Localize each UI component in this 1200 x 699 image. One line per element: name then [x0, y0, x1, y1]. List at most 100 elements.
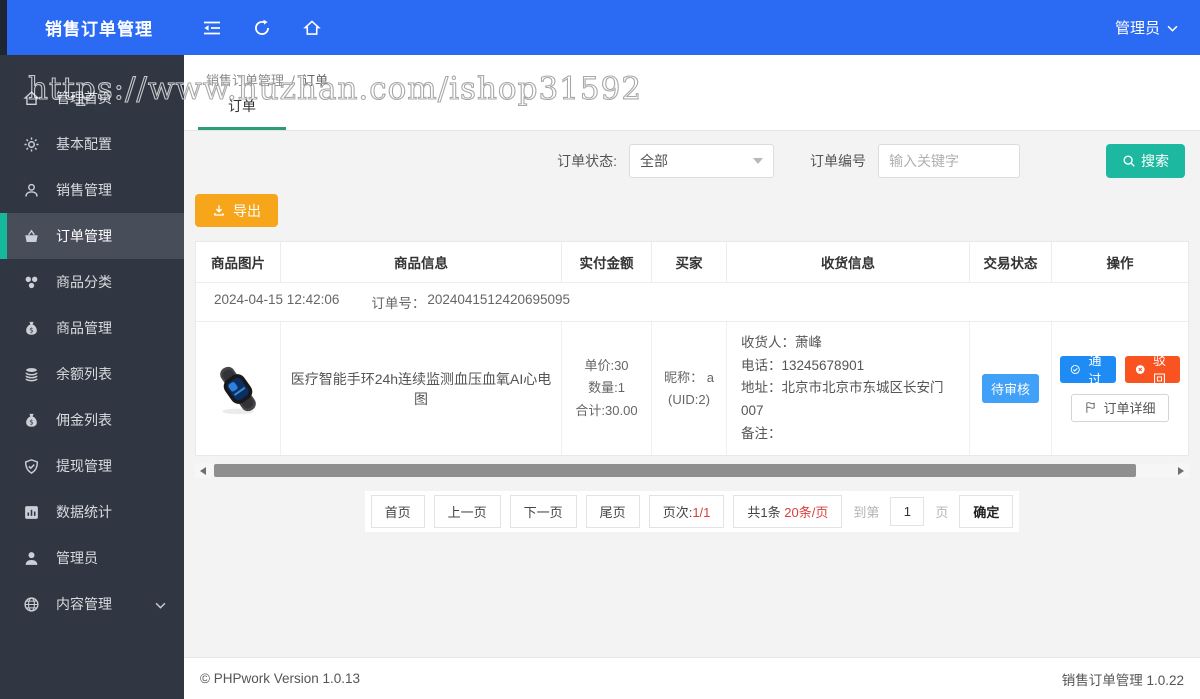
ship-phone: 电话：13245678901 [741, 357, 865, 373]
order-detail-label: 订单详细 [1103, 401, 1156, 417]
shipping-info-cell: 收货人：萧峰 电话：13245678901 地址：北京市北京市东城区长安门007… [727, 322, 970, 456]
product-title: 医疗智能手环24h连续监测血压血氧AI心电图 [281, 322, 562, 456]
reject-button[interactable]: 驳回 [1124, 353, 1180, 387]
pagination-first[interactable]: 首页 [370, 495, 425, 529]
scrollbar-thumb[interactable] [214, 464, 1136, 478]
content-area: 订单状态: 全部 订单编号 搜索 导出 [184, 131, 1200, 657]
right-triangle-icon [1178, 466, 1184, 475]
sidebar-item-label: 商品管理 [56, 320, 112, 336]
goto-confirm-button[interactable]: 确定 [959, 495, 1014, 529]
product-image[interactable] [210, 361, 266, 417]
pagination-page-info: 页次:1/1 [648, 495, 725, 529]
export-button-label: 导出 [233, 202, 261, 219]
sidebar-item-basic-config[interactable]: 基本配置 [0, 121, 184, 167]
home-icon [23, 90, 40, 107]
main-area: 销售订单管理 / 订单 订单 订单状态: 全部 订单编号 输入关键字 搜索 导出… [184, 55, 1200, 699]
col-header-shipping-info: 收货信息 [727, 242, 970, 282]
sidebar-item-product-category[interactable]: 商品分类 [0, 259, 184, 305]
page-info-label: 页次: [662, 505, 693, 521]
x-circle-icon [1135, 364, 1145, 374]
search-button[interactable]: 搜索 [1106, 144, 1185, 178]
sidebar-item-label: 管理首页 [56, 90, 112, 106]
sidebar-item-label: 佣金列表 [56, 412, 112, 428]
sidebar-item-label: 订单管理 [56, 228, 112, 244]
export-button[interactable]: 导出 [195, 194, 278, 227]
keyword-input[interactable] [878, 144, 1020, 178]
breadcrumb-current[interactable]: 订单 [302, 73, 328, 88]
svg-text:$: $ [29, 418, 33, 426]
tab-orders[interactable]: 订单 [198, 96, 286, 130]
col-header-actions: 操作 [1106, 256, 1134, 271]
sidebar-item-label: 管理员 [56, 550, 98, 566]
quantity: 数量:1 [588, 380, 625, 396]
sidebar-item-administrator[interactable]: 管理员 [0, 535, 184, 581]
pagination-prev[interactable]: 上一页 [433, 495, 501, 529]
goto-page-input[interactable] [890, 497, 925, 527]
person-icon [23, 550, 40, 567]
sidebar-item-label: 销售管理 [56, 182, 112, 198]
topbar-icons [184, 18, 322, 38]
ship-receiver: 收货人：萧峰 [741, 335, 822, 350]
filter-row: 订单状态: 全部 订单编号 搜索 [195, 144, 1189, 178]
order-detail-button[interactable]: 订单详细 [1071, 393, 1169, 422]
sidebar-item-order-mgmt[interactable]: 订单管理 [0, 213, 184, 259]
horizontal-scrollbar [195, 463, 1189, 479]
breadcrumb: 销售订单管理 / 订单 [184, 55, 1200, 91]
scrollbar-track[interactable] [211, 464, 1173, 478]
pagination-row: 首页 上一页 下一页 尾页 页次:1/1 共1条 20条/页 到第 1 页 确定 [195, 491, 1189, 533]
scroll-left-arrow[interactable] [195, 463, 211, 479]
sidebar-item-data-stats[interactable]: 数据统计 [0, 489, 184, 535]
col-header-product-info: 商品信息 [281, 242, 562, 282]
ship-address: 地址：北京市北京市东城区长安门007 [741, 380, 944, 419]
status-badge: 待审核 [981, 374, 1039, 404]
sidebar-item-balance-list[interactable]: 余额列表 [0, 351, 184, 397]
goto-label: 到第 [853, 505, 880, 521]
user-name: 管理员 [1114, 20, 1160, 37]
sidebar-item-commission-list[interactable]: $ 佣金列表 [0, 397, 184, 443]
col-header-buyer: 买家 [652, 242, 727, 282]
sidebar-item-label: 基本配置 [56, 136, 112, 152]
app-title: 销售订单管理 [45, 20, 153, 39]
buyer-nickname: 昵称： a [664, 369, 714, 385]
gear-icon [23, 136, 40, 153]
refresh-icon[interactable] [252, 18, 272, 38]
approve-button[interactable]: 通过 [1060, 353, 1116, 387]
sidebar-item-label: 提现管理 [56, 458, 112, 474]
svg-text:$: $ [29, 326, 33, 334]
unit-price: 单价:30 [584, 357, 629, 373]
breadcrumb-parent[interactable]: 销售订单管理 [206, 73, 284, 88]
check-circle-icon [1070, 364, 1080, 374]
download-icon [213, 204, 225, 216]
goto-suffix: 页 [935, 505, 949, 521]
shield-check-icon [23, 458, 40, 475]
order-status-select[interactable]: 全部 [629, 144, 774, 178]
footer-version: 销售订单管理 1.0.22 [1061, 672, 1184, 688]
home-icon[interactable] [302, 18, 322, 38]
chevron-down-icon [155, 596, 166, 612]
bar-chart-icon [23, 504, 40, 521]
sidebar-item-admin-home[interactable]: 管理首页 [0, 75, 184, 121]
sidebar-item-sales-mgmt[interactable]: 销售管理 [0, 167, 184, 213]
paid-amount-cell: 单价:30 数量:1 合计:30.00 [562, 322, 652, 456]
collapse-menu-icon[interactable] [202, 18, 222, 38]
globe-icon [23, 596, 40, 613]
order-no-value: 2024041512420695095 [427, 292, 571, 307]
pagination-last[interactable]: 尾页 [585, 495, 640, 529]
user-menu[interactable]: 管理员 [1115, 17, 1200, 38]
pagination-next[interactable]: 下一页 [509, 495, 577, 529]
sidebar-item-label: 数据统计 [56, 504, 112, 520]
page-info-value: 1/1 [692, 505, 711, 521]
sidebar-item-product-mgmt[interactable]: $ 商品管理 [0, 305, 184, 351]
search-button-label: 搜索 [1141, 153, 1169, 169]
scroll-right-arrow[interactable] [1173, 463, 1189, 479]
order-datetime: 2024-04-15 12:42:06 [214, 292, 340, 307]
trade-status-cell: 待审核 [970, 322, 1052, 456]
total-count: 共1条 [747, 505, 781, 521]
sidebar-item-content-mgmt[interactable]: 内容管理 [0, 581, 184, 627]
sidebar-item-withdraw-mgmt[interactable]: 提现管理 [0, 443, 184, 489]
col-header-product-image: 商品图片 [196, 242, 281, 282]
order-no-label: 订单编号 [810, 153, 866, 169]
buyer-cell: 昵称： a (UID:2) [652, 322, 727, 456]
commission-bag-icon: $ [23, 412, 40, 429]
left-triangle-icon [200, 466, 206, 475]
